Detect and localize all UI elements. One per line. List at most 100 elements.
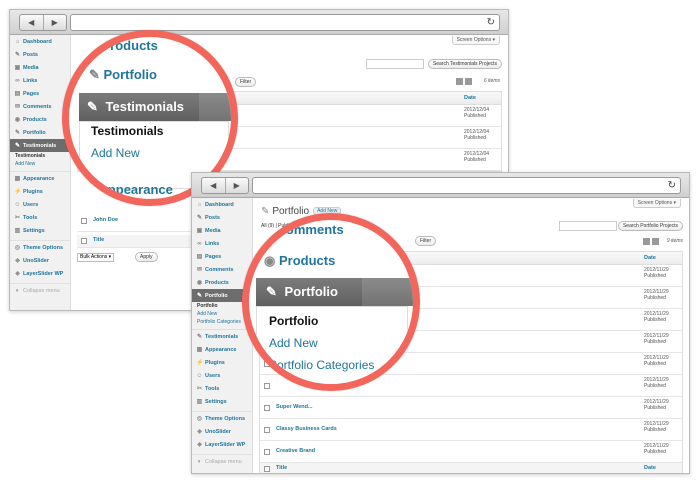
submenu-item[interactable]: Add New	[10, 160, 70, 168]
sidebar-item-portfolio[interactable]: ✎ Portfolio	[10, 126, 70, 139]
search-input[interactable]	[559, 221, 617, 231]
row-status: Published	[644, 295, 666, 301]
search-testimonials-button[interactable]: Search Testimonials Projects	[427, 59, 502, 69]
row-checkbox[interactable]	[81, 218, 87, 224]
sidebar-item-tools[interactable]: ✂ Tools	[10, 211, 70, 224]
submenu-item[interactable]: Testimonials	[10, 152, 70, 160]
settings-icon: ▥	[14, 228, 21, 234]
apply-button[interactable]: Apply	[135, 252, 158, 262]
sidebar-item-links[interactable]: ∞ Links	[192, 237, 252, 250]
back-arrow-icon[interactable]: ◀	[202, 178, 226, 193]
row-title[interactable]: Classy Business Cards	[276, 426, 337, 432]
sidebar-item-label: Theme Options	[23, 244, 64, 251]
title-column-footer[interactable]: Title	[276, 465, 287, 471]
select-all-checkbox[interactable]	[264, 466, 270, 472]
zoom-products-item[interactable]: ✎ Products	[87, 38, 158, 54]
zoom-portfolio-active-item[interactable]: ✎ Portfolio	[256, 278, 413, 306]
sidebar-item-layerslider-wp[interactable]: ◈ LayerSlider WP	[10, 267, 70, 280]
row-title[interactable]: Super Wend...	[276, 404, 313, 410]
screen-options-tab[interactable]: Screen Options ▾	[451, 36, 500, 45]
excerpt-view-icon[interactable]	[465, 78, 472, 85]
sidebar-item-links[interactable]: ∞ Links	[10, 74, 70, 87]
sidebar-item-products[interactable]: ◉ Products	[10, 113, 70, 126]
sidebar-item-theme-options[interactable]: ◎ Theme Options	[192, 411, 252, 425]
address-bar[interactable]: ↻	[252, 177, 681, 194]
zoom-sub-add-new[interactable]: Add New	[269, 336, 318, 350]
sidebar-item-posts[interactable]: ✎ Posts	[10, 48, 70, 61]
bulk-actions-select[interactable]: Bulk Actions ▾	[77, 253, 115, 262]
collapse-menu-button[interactable]: ◐ Collapse menu	[192, 454, 252, 468]
zoom-testimonials-active-item[interactable]: ✎ Testimonials	[79, 93, 231, 121]
zoom-sub-portfolio[interactable]: Portfolio	[269, 314, 318, 328]
sidebar-item-testimonials[interactable]: ✎ Testimonials	[192, 329, 252, 343]
list-view-icon[interactable]	[643, 238, 650, 245]
zoom-sub-portfolio-categories[interactable]: Portfolio Categories	[269, 358, 374, 372]
date-column-footer[interactable]: Date	[644, 465, 656, 471]
sidebar-item-pages[interactable]: ▤ Pages	[192, 250, 252, 263]
zoom-sub-testimonials[interactable]: Testimonials	[91, 124, 163, 138]
sidebar-item-comments[interactable]: ✉ Comments	[10, 100, 70, 113]
sidebar-item-theme-options[interactable]: ◎ Theme Options	[10, 240, 70, 254]
zoom-portfolio-item[interactable]: ✎ Portfolio	[89, 67, 157, 83]
collapse-menu-button[interactable]: ◐ Collapse menu	[10, 283, 70, 297]
sidebar-item-dashboard[interactable]: ⌂ Dashboard	[192, 198, 252, 211]
sidebar-item-users[interactable]: ☺ Users	[10, 198, 70, 211]
zoom-products-item[interactable]: ◉ Products	[264, 253, 335, 269]
reload-icon[interactable]: ↻	[487, 15, 495, 30]
list-view-icon[interactable]	[456, 78, 463, 85]
excerpt-view-icon[interactable]	[652, 238, 659, 245]
select-all-checkbox[interactable]	[81, 238, 87, 244]
sidebar-item-appearance[interactable]: ▦ Appearance	[10, 171, 70, 185]
address-bar[interactable]: ↻	[70, 14, 500, 31]
search-portfolio-button[interactable]: Search Portfolio Projects	[617, 221, 683, 231]
forward-arrow-icon[interactable]: ▶	[226, 178, 249, 193]
screen-options-tab[interactable]: Screen Options ▾	[632, 199, 681, 208]
filter-button[interactable]: Filter	[235, 77, 257, 87]
zoom-comments-item[interactable]: ✉ Comments	[262, 222, 344, 238]
sidebar-item-settings[interactable]: ▥ Settings	[192, 395, 252, 408]
sidebar-item-label: Appearance	[205, 346, 237, 353]
sidebar-item-comments[interactable]: ✉ Comments	[192, 263, 252, 276]
sidebar-item-media[interactable]: ▣ Media	[192, 224, 252, 237]
search-input[interactable]	[366, 59, 424, 69]
table-row: Super Wend... 2012/11/29 Published	[260, 397, 682, 419]
zoom-appearance-item[interactable]: ▦ Appearance	[83, 182, 173, 198]
sidebar-item-plugins[interactable]: ⚡ Plugins	[192, 356, 252, 369]
sidebar-item-label: Media	[23, 64, 39, 71]
sidebar-item-posts[interactable]: ✎ Posts	[192, 211, 252, 224]
filter-button[interactable]: Filter	[415, 236, 437, 246]
row-checkbox[interactable]	[264, 404, 270, 411]
sidebar-item-plugins[interactable]: ⚡ Plugins	[10, 185, 70, 198]
sidebar-item-testimonials[interactable]: ✎ Testimonials	[10, 139, 70, 152]
sidebar-item-unoslider[interactable]: ◈ UnoSlider	[10, 254, 70, 267]
view-mode-toggle[interactable]	[643, 238, 659, 245]
sidebar-item-layerslider-wp[interactable]: ◈ LayerSlider WP	[192, 438, 252, 451]
sidebar-item-appearance[interactable]: ▦ Appearance	[192, 343, 252, 356]
reload-icon[interactable]: ↻	[668, 178, 676, 193]
date-column-header[interactable]: Date	[464, 92, 476, 104]
sidebar-item-pages[interactable]: ▤ Pages	[10, 87, 70, 100]
row-status: Published	[644, 383, 666, 389]
forward-arrow-icon[interactable]: ▶	[44, 15, 67, 30]
plugin-icon: ⚡	[196, 360, 204, 366]
row-title[interactable]: Creative Brand	[276, 448, 315, 454]
row-status: Published	[644, 361, 666, 367]
row-checkbox[interactable]	[264, 426, 270, 433]
sidebar-item-settings[interactable]: ▥ Settings	[10, 224, 70, 237]
theme-icon: ◎	[14, 245, 21, 251]
date-column-header[interactable]: Date	[644, 252, 656, 264]
sidebar-item-users[interactable]: ☺ Users	[192, 369, 252, 382]
appearance-icon: ▦	[14, 176, 21, 182]
sidebar-item-media[interactable]: ▣ Media	[10, 61, 70, 74]
row-checkbox[interactable]	[264, 448, 270, 455]
view-mode-toggle[interactable]	[456, 78, 472, 85]
sidebar-item-dashboard[interactable]: ⌂ Dashboard	[10, 35, 70, 48]
title-column-footer[interactable]: Title	[93, 237, 104, 243]
back-arrow-icon[interactable]: ◀	[20, 15, 44, 30]
sidebar-item-tools[interactable]: ✂ Tools	[192, 382, 252, 395]
page-icon: ▤	[14, 91, 21, 97]
zoom-sub-add-new[interactable]: Add New	[91, 146, 140, 160]
row-author[interactable]: John Doe	[93, 217, 118, 223]
pin-icon: ✎	[87, 38, 102, 53]
sidebar-item-unoslider[interactable]: ◈ UnoSlider	[192, 425, 252, 438]
